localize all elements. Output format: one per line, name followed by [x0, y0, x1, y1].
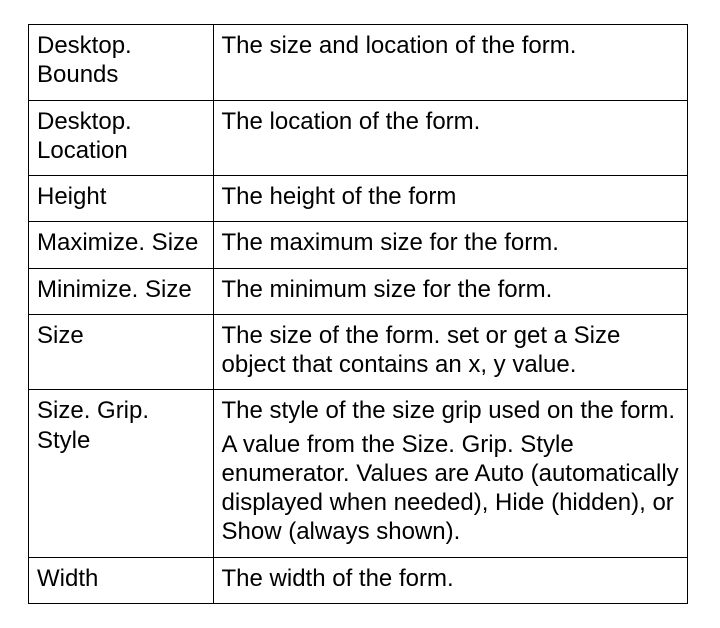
property-desc: The location of the form. [213, 100, 687, 176]
page: Desktop. Bounds The size and location of… [0, 0, 720, 628]
table-row: Size The size of the form. set or get a … [29, 314, 688, 390]
property-name: Height [29, 176, 214, 222]
desc-text: A value from the Size. Grip. Style enume… [222, 430, 679, 547]
property-name: Width [29, 557, 214, 603]
table-row: Width The width of the form. [29, 557, 688, 603]
desc-text: The size of the form. set or get a Size … [222, 321, 679, 380]
desc-text: The style of the size grip used on the f… [222, 396, 679, 425]
property-name: Desktop. Bounds [29, 25, 214, 101]
property-desc: The maximum size for the form. [213, 222, 687, 268]
desc-text: The minimum size for the form. [222, 275, 679, 304]
table-row: Size. Grip. Style The style of the size … [29, 390, 688, 557]
property-desc: The size of the form. set or get a Size … [213, 314, 687, 390]
properties-table: Desktop. Bounds The size and location of… [28, 24, 688, 604]
property-name: Size [29, 314, 214, 390]
desc-text: The size and location of the form. [222, 31, 679, 60]
property-desc: The width of the form. [213, 557, 687, 603]
table-row: Desktop. Location The location of the fo… [29, 100, 688, 176]
property-name: Size. Grip. Style [29, 390, 214, 557]
property-name: Desktop. Location [29, 100, 214, 176]
desc-text: The height of the form [222, 182, 679, 211]
table-row: Desktop. Bounds The size and location of… [29, 25, 688, 101]
desc-text: The width of the form. [222, 564, 679, 593]
table-row: Height The height of the form [29, 176, 688, 222]
property-desc: The minimum size for the form. [213, 268, 687, 314]
property-desc: The size and location of the form. [213, 25, 687, 101]
property-name: Maximize. Size [29, 222, 214, 268]
desc-text: The location of the form. [222, 107, 679, 136]
table-row: Minimize. Size The minimum size for the … [29, 268, 688, 314]
desc-text: The maximum size for the form. [222, 228, 679, 257]
property-name: Minimize. Size [29, 268, 214, 314]
property-desc: The style of the size grip used on the f… [213, 390, 687, 557]
table-row: Maximize. Size The maximum size for the … [29, 222, 688, 268]
property-desc: The height of the form [213, 176, 687, 222]
